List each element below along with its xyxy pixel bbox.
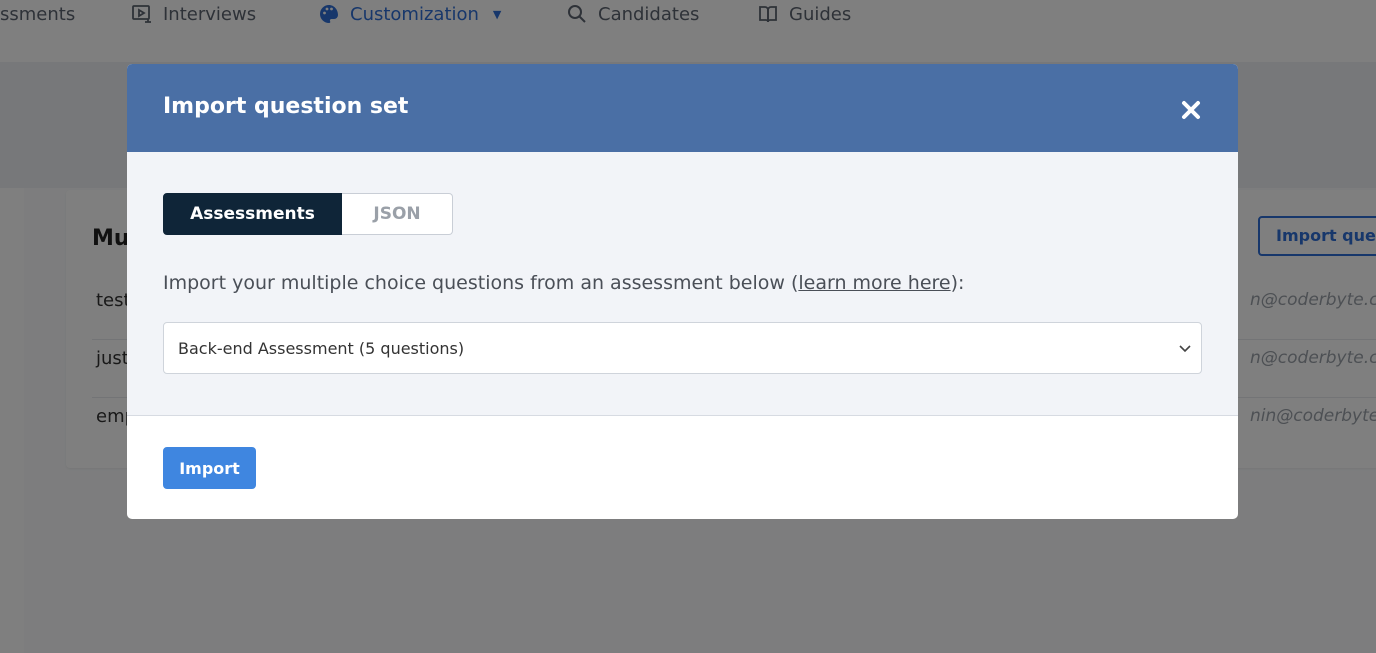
close-button[interactable] (1177, 96, 1205, 124)
assessment-select[interactable]: Back-end Assessment (5 questions) (163, 322, 1202, 374)
modal-title: Import question set (163, 94, 409, 119)
source-tabs: Assessments JSON (163, 193, 453, 235)
assessment-select-value: Back-end Assessment (5 questions) (178, 338, 465, 358)
tab-assessments[interactable]: Assessments (163, 193, 342, 235)
learn-more-link[interactable]: learn more here (798, 272, 950, 294)
import-question-set-modal: Import question set Assessments JSON Imp… (127, 64, 1238, 519)
instruction-text: Import your multiple choice questions fr… (163, 272, 964, 294)
modal-header: Import question set (127, 64, 1238, 152)
modal-body: Assessments JSON Import your multiple ch… (127, 152, 1238, 416)
chevron-down-icon (1179, 345, 1191, 353)
import-button[interactable]: Import (163, 447, 256, 489)
tab-json[interactable]: JSON (342, 193, 453, 235)
instruction-prefix: Import your multiple choice questions fr… (163, 272, 799, 294)
instruction-suffix: ): (950, 272, 965, 294)
close-icon (1182, 101, 1200, 119)
